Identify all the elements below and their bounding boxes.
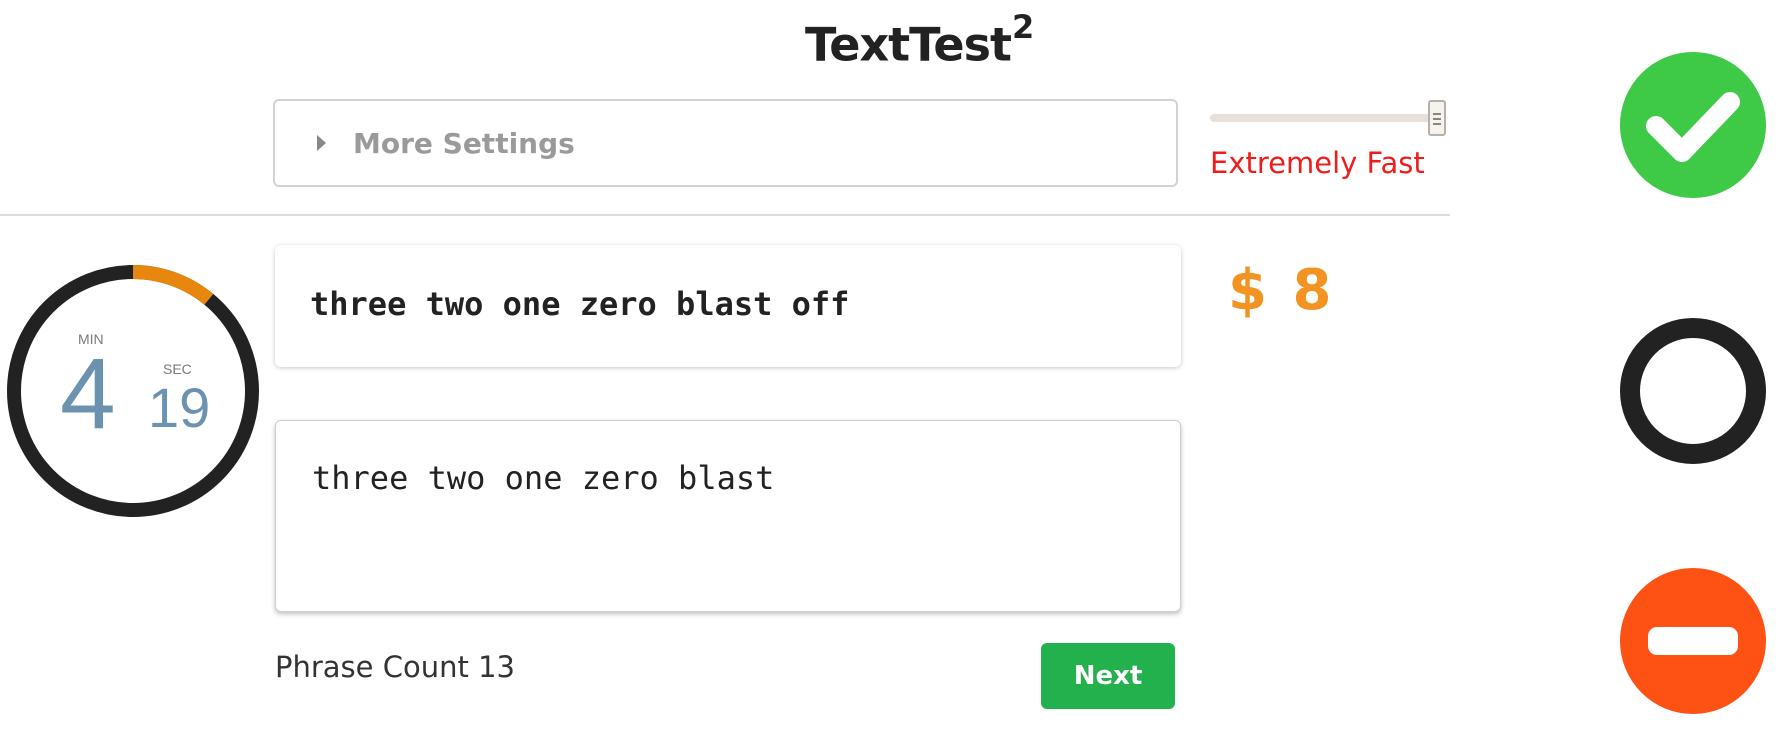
caret-right-icon xyxy=(317,135,326,151)
check-circle-icon xyxy=(1620,52,1766,198)
timer-minutes: 4 xyxy=(60,338,116,450)
more-settings-toggle[interactable]: More Settings xyxy=(273,99,1178,187)
empty-circle-icon xyxy=(1620,318,1766,464)
typing-input[interactable]: three two one zero blast xyxy=(275,420,1181,612)
speed-slider-handle[interactable] xyxy=(1428,100,1446,136)
title-superscript: 2 xyxy=(1011,8,1034,46)
prompt-card: three two one zero blast off xyxy=(275,245,1181,367)
no-entry-icon xyxy=(1620,568,1766,714)
more-settings-label: More Settings xyxy=(353,127,575,160)
timer-sec-label: SEC xyxy=(163,361,192,377)
timer-seconds: 19 xyxy=(148,376,211,439)
timer-ring xyxy=(7,265,259,517)
title-text: TextTest xyxy=(805,17,1012,72)
speed-label: Extremely Fast xyxy=(1210,146,1425,180)
speed-slider-track[interactable] xyxy=(1210,114,1438,122)
next-button[interactable]: Next xyxy=(1041,643,1175,709)
phrase-count: Phrase Count 13 xyxy=(275,650,515,684)
page-title: TextTest2 xyxy=(805,8,1034,72)
timer-ring-track xyxy=(7,265,259,517)
typing-input-value: three two one zero blast xyxy=(312,459,775,497)
score-display: $ 8 xyxy=(1228,258,1332,323)
divider xyxy=(0,214,1450,216)
prompt-text: three two one zero blast off xyxy=(310,285,850,323)
